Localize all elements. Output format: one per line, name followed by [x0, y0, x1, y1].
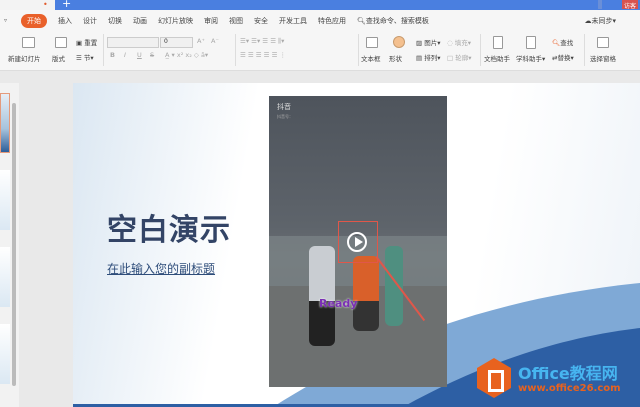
select-pane-button[interactable]: 选择窗格 — [590, 53, 616, 63]
textbox-icon[interactable] — [366, 37, 378, 48]
ribbon-toolbar: 新建幻灯片 版式 ▣ 重置 ☰ 节▾ 0 A⁺ A⁻ B I U S A̲ ▾ … — [0, 31, 640, 71]
menu-design[interactable]: 设计 — [83, 16, 97, 26]
font-color-icon[interactable]: A̲ ▾ x² x₂ ◇ ā▾ — [165, 51, 208, 59]
strikethrough-button[interactable]: S — [150, 51, 154, 59]
menu-home[interactable]: 开始 — [21, 13, 48, 28]
thumbnail-scrollbar[interactable] — [12, 103, 16, 386]
shape-icon[interactable] — [393, 36, 405, 48]
section-button[interactable]: ☰ 节▾ — [76, 52, 94, 62]
fill-button[interactable]: ◌ 填充▾ — [447, 37, 471, 47]
slide-thumbnail[interactable] — [0, 93, 10, 153]
divider — [103, 34, 104, 66]
outline-button[interactable]: □ 轮廓▾ — [447, 52, 471, 62]
divider — [480, 34, 481, 66]
divider — [358, 34, 359, 66]
watermark-brand: Office教程网 — [518, 364, 618, 383]
slide-subtitle[interactable]: 在此输入您的副标题 — [107, 260, 215, 277]
underline-button[interactable]: U — [137, 51, 142, 59]
video-person — [353, 256, 379, 331]
slide-thumbnail[interactable] — [0, 170, 10, 230]
picture-button[interactable]: ▨ 图片▾ — [416, 37, 440, 47]
watermark-url: www.office26.com — [518, 383, 621, 394]
window-icon[interactable] — [598, 0, 602, 9]
menu-developer[interactable]: 开发工具 — [279, 16, 307, 26]
search-command[interactable]: 🔍︎查找命令、搜索模板 — [357, 16, 429, 26]
layout-icon[interactable] — [55, 37, 67, 48]
new-slide-icon[interactable] — [22, 37, 35, 48]
doc-assistant-icon[interactable] — [493, 36, 503, 49]
arrange-button[interactable]: ▤ 排列▾ — [416, 52, 440, 62]
select-pane-icon[interactable] — [597, 37, 609, 48]
slide-canvas: 空白演示 在此输入您的副标题 抖音 抖音号： Ready — [73, 83, 640, 407]
alignment-tools-icon[interactable]: ☰ ☰ ☰ ☰ ☰ ⋮ — [240, 51, 286, 59]
paragraph-tools-icon[interactable]: ☰▾ ☰▾ ☰ ☰ ⫼▾ — [240, 37, 284, 46]
font-decrease-button[interactable]: A⁻ — [211, 37, 219, 45]
video-person — [309, 246, 335, 346]
slide-thumbnail[interactable] — [0, 247, 10, 307]
close-tab-icon[interactable]: • — [43, 0, 48, 9]
menu-toggle-icon[interactable]: ▿ — [4, 17, 7, 24]
reset-button[interactable]: ▣ 重置 — [76, 37, 97, 47]
textbox-button[interactable]: 文本框 — [361, 53, 381, 63]
menu-transition[interactable]: 切换 — [108, 16, 122, 26]
menu-insert[interactable]: 插入 — [58, 16, 72, 26]
new-tab-button[interactable]: + — [62, 0, 71, 10]
bold-button[interactable]: B — [110, 51, 115, 59]
divider — [235, 34, 236, 66]
new-slide-button[interactable]: 新建幻灯片 — [8, 53, 41, 63]
menu-review[interactable]: 审阅 — [204, 16, 218, 26]
sync-status[interactable]: ☁未同步▾ — [584, 16, 616, 26]
slide-thumbnail[interactable] — [0, 324, 10, 384]
layout-button[interactable]: 版式 — [52, 53, 65, 63]
menu-security[interactable]: 安全 — [254, 16, 268, 26]
play-icon[interactable] — [347, 232, 367, 252]
replace-button[interactable]: ⇄替换▾ — [552, 52, 574, 62]
title-bar: • + 访客 — [0, 0, 640, 10]
tiktok-id: 抖音号： — [277, 114, 293, 119]
menu-bar: ▿ 开始 插入 设计 切换 动画 幻灯片放映 审阅 视图 安全 开发工具 特色应… — [0, 10, 640, 31]
subject-assistant-button[interactable]: 学科助手▾ — [516, 53, 545, 63]
menu-features[interactable]: 特色应用 — [318, 16, 346, 26]
font-increase-button[interactable]: A⁺ — [197, 37, 205, 45]
embedded-video[interactable]: 抖音 抖音号： Ready — [269, 96, 447, 387]
shape-button[interactable]: 形状 — [389, 53, 402, 63]
divider — [584, 34, 585, 66]
font-name-input[interactable] — [107, 37, 159, 48]
account-button[interactable]: 访客 — [622, 0, 639, 10]
doc-assistant-button[interactable]: 文档助手 — [484, 53, 510, 63]
menu-slideshow[interactable]: 幻灯片放映 — [158, 16, 193, 26]
font-size-input[interactable]: 0 — [160, 37, 193, 48]
video-sticker: Ready — [319, 297, 358, 310]
find-button[interactable]: 🔍︎查找 — [552, 37, 573, 47]
subject-assistant-icon[interactable] — [526, 36, 536, 49]
slide-title[interactable]: 空白演示 — [107, 205, 231, 249]
menu-view[interactable]: 视图 — [229, 16, 243, 26]
tiktok-logo: 抖音 — [277, 103, 291, 111]
tab-strip — [55, 0, 640, 10]
menu-animation[interactable]: 动画 — [133, 16, 147, 26]
search-icon: 🔍︎ — [357, 16, 366, 25]
slide-thumbnail-panel — [0, 83, 19, 407]
italic-button[interactable]: I — [124, 51, 126, 59]
